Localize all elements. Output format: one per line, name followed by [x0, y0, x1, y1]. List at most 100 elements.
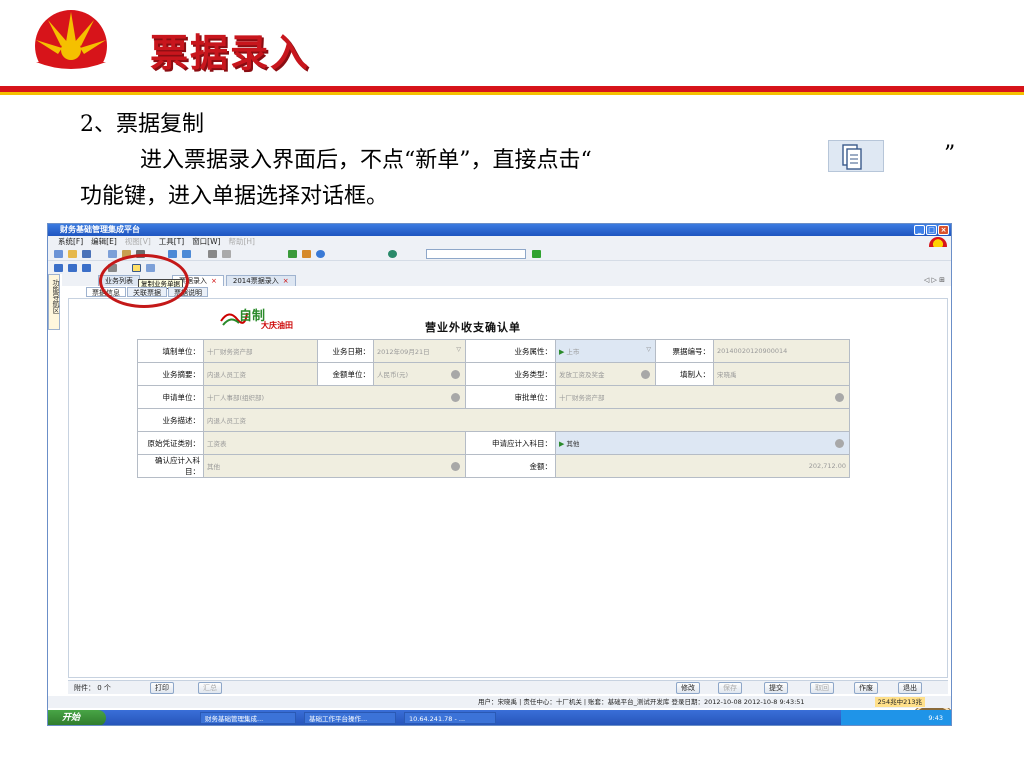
business-summary-label: 业务摘要：	[137, 362, 204, 386]
voucher-category-field[interactable]: 工资表	[203, 431, 466, 455]
form-title: 营业外收支确认单	[425, 321, 521, 334]
tab-close-icon[interactable]: ×	[283, 277, 289, 285]
tab-2014-bill-entry[interactable]: 2014票据录入 ×	[225, 275, 296, 286]
save-button-label: 保存	[723, 684, 737, 692]
lookup-icon[interactable]	[835, 439, 844, 448]
go-icon[interactable]	[532, 250, 541, 258]
location-combo[interactable]	[426, 249, 526, 259]
business-attribute-field[interactable]: ▶ 上市 ▽	[555, 339, 656, 363]
exit-button[interactable]: 退出	[898, 682, 922, 694]
next-icon[interactable]	[82, 264, 91, 272]
find-icon[interactable]	[222, 250, 231, 258]
business-summary-field[interactable]: 内退人员工资	[203, 362, 318, 386]
form-row: 确认应计入科目： 其他 金额： 202,712.00	[137, 454, 850, 478]
business-type-field[interactable]: 发放工资及奖金	[555, 362, 656, 386]
submit-button-label: 提交	[769, 684, 783, 692]
approval-unit-field[interactable]: 十厂财务资产部	[555, 385, 850, 409]
fill-unit-field[interactable]: 十厂财务资产部	[203, 339, 318, 363]
home-icon[interactable]	[302, 250, 311, 258]
retrieve-button[interactable]: 取回	[810, 682, 834, 694]
void-button-label: 作废	[859, 684, 873, 692]
lookup-icon[interactable]	[641, 370, 650, 379]
window-title: 财务基础管理集成平台	[60, 225, 140, 234]
taskbar-item[interactable]: 10.64.241.78 - ...	[404, 712, 496, 724]
business-date-field[interactable]: 2012年09月21日 ▽	[373, 339, 466, 363]
fill-unit-label: 填制单位：	[137, 339, 204, 363]
description-closing-quote: ”	[944, 142, 956, 167]
menu-edit[interactable]: 编辑[E]	[91, 236, 117, 247]
tab-2014-bill-entry-label: 2014票据录入	[232, 277, 279, 285]
approval-unit-value: 十厂财务资产部	[559, 394, 605, 402]
amount-unit-field[interactable]: 人民币(元)	[373, 362, 466, 386]
menu-window[interactable]: 窗口[W]	[192, 236, 220, 247]
summary-button[interactable]: 汇总	[198, 682, 222, 694]
navigation-strip[interactable]: 功能导航区	[48, 274, 60, 330]
exit-button-label: 退出	[903, 684, 917, 692]
form-row: 业务摘要： 内退人员工资 金额单位： 人民币(元) 业务类型： 发放工资及奖金 …	[137, 362, 850, 386]
apply-account-label: 申请应计入科目：	[465, 431, 556, 455]
open-icon[interactable]	[68, 250, 77, 258]
description-line-1: 进入票据录入界面后，不点“新单”，直接点击“	[140, 148, 592, 173]
window-titlebar: 财务基础管理集成平台 _ □ ×	[48, 224, 951, 236]
form-row: 业务描述： 内退人员工资	[137, 408, 850, 432]
menu-help[interactable]: 帮助[H]	[228, 236, 255, 247]
copy-icon[interactable]	[108, 250, 117, 258]
retrieve-button-label: 取回	[815, 684, 829, 692]
lookup-icon[interactable]	[451, 370, 460, 379]
main-toolbar	[48, 247, 951, 261]
confirm-account-field[interactable]: 其他	[203, 454, 466, 478]
menu-tools[interactable]: 工具[T]	[159, 236, 184, 247]
refresh-icon[interactable]	[288, 250, 297, 258]
edit-button-label: 修改	[681, 684, 695, 692]
submit-button[interactable]: 提交	[764, 682, 788, 694]
prev-icon[interactable]	[68, 264, 77, 272]
form-row: 申请单位： 十厂人事部(组织部) 审批单位： 十厂财务资产部	[137, 385, 850, 409]
taskbar-item[interactable]: 基础工作平台操作...	[304, 712, 396, 724]
menu-view[interactable]: 视图[V]	[125, 236, 151, 247]
taskbar-item[interactable]: 财务基础管理集成...	[200, 712, 296, 724]
lookup-icon[interactable]	[451, 393, 460, 402]
business-type-value: 发放工资及奖金	[559, 371, 605, 379]
system-tray: 9:43	[841, 710, 951, 725]
save-button[interactable]: 保存	[718, 682, 742, 694]
minimize-button[interactable]: _	[914, 225, 925, 235]
menu-bar: 系统[F] 编辑[E] 视图[V] 工具[T] 窗口[W] 帮助[H]	[48, 236, 951, 247]
business-description-field[interactable]: 内退人员工资	[203, 408, 850, 432]
world-icon[interactable]	[388, 250, 397, 258]
summary-button-label: 汇总	[203, 684, 217, 692]
amount-field[interactable]: 202,712.00	[555, 454, 850, 478]
lookup-icon[interactable]	[451, 462, 460, 471]
form-area: 自制 大庆油田 营业外收支确认单 填制单位： 十厂财务资产部 业务日期： 201…	[68, 298, 951, 725]
chevron-down-icon[interactable]: ▽	[646, 346, 651, 353]
delete-icon[interactable]	[208, 250, 217, 258]
apply-account-field[interactable]: ▶ 其他	[555, 431, 850, 455]
new-icon[interactable]	[54, 250, 63, 258]
redo-icon[interactable]	[182, 250, 191, 258]
lookup-icon[interactable]	[835, 393, 844, 402]
form-logo-subtext: 大庆油田	[261, 321, 293, 330]
navigation-strip-label: 功能导航区	[52, 279, 60, 314]
tab-close-icon[interactable]: ×	[211, 277, 217, 285]
help-icon[interactable]	[316, 250, 325, 258]
chevron-down-icon[interactable]: ▽	[456, 346, 461, 353]
tab-scroll-arrows[interactable]: ◁ ▷ ⊞	[924, 276, 945, 284]
bill-number-field[interactable]: 20140020120900014	[713, 339, 850, 363]
preparer-label: 填制人：	[655, 362, 714, 386]
void-button[interactable]: 作废	[854, 682, 878, 694]
save-icon[interactable]	[82, 250, 91, 258]
start-button[interactable]: 开始	[48, 710, 106, 725]
edit-button[interactable]: 修改	[676, 682, 700, 694]
menu-system[interactable]: 系统[F]	[58, 236, 83, 247]
preparer-field[interactable]: 宋晓禹	[713, 362, 850, 386]
attachment-count[interactable]: 附件： 0 个	[74, 683, 111, 693]
first-icon[interactable]	[54, 264, 63, 272]
undo-icon[interactable]	[168, 250, 177, 258]
print-button-label: 打印	[155, 684, 169, 692]
maximize-button[interactable]: □	[926, 225, 937, 235]
close-button[interactable]: ×	[938, 225, 949, 235]
print-button[interactable]: 打印	[150, 682, 174, 694]
company-logo-icon	[34, 10, 108, 84]
business-attribute-label: 业务属性：	[465, 339, 556, 363]
document-tabs: 业务列表 票据录入 × 2014票据录入 ×	[62, 274, 951, 286]
applicant-unit-field[interactable]: 十厂人事部(组织部)	[203, 385, 466, 409]
